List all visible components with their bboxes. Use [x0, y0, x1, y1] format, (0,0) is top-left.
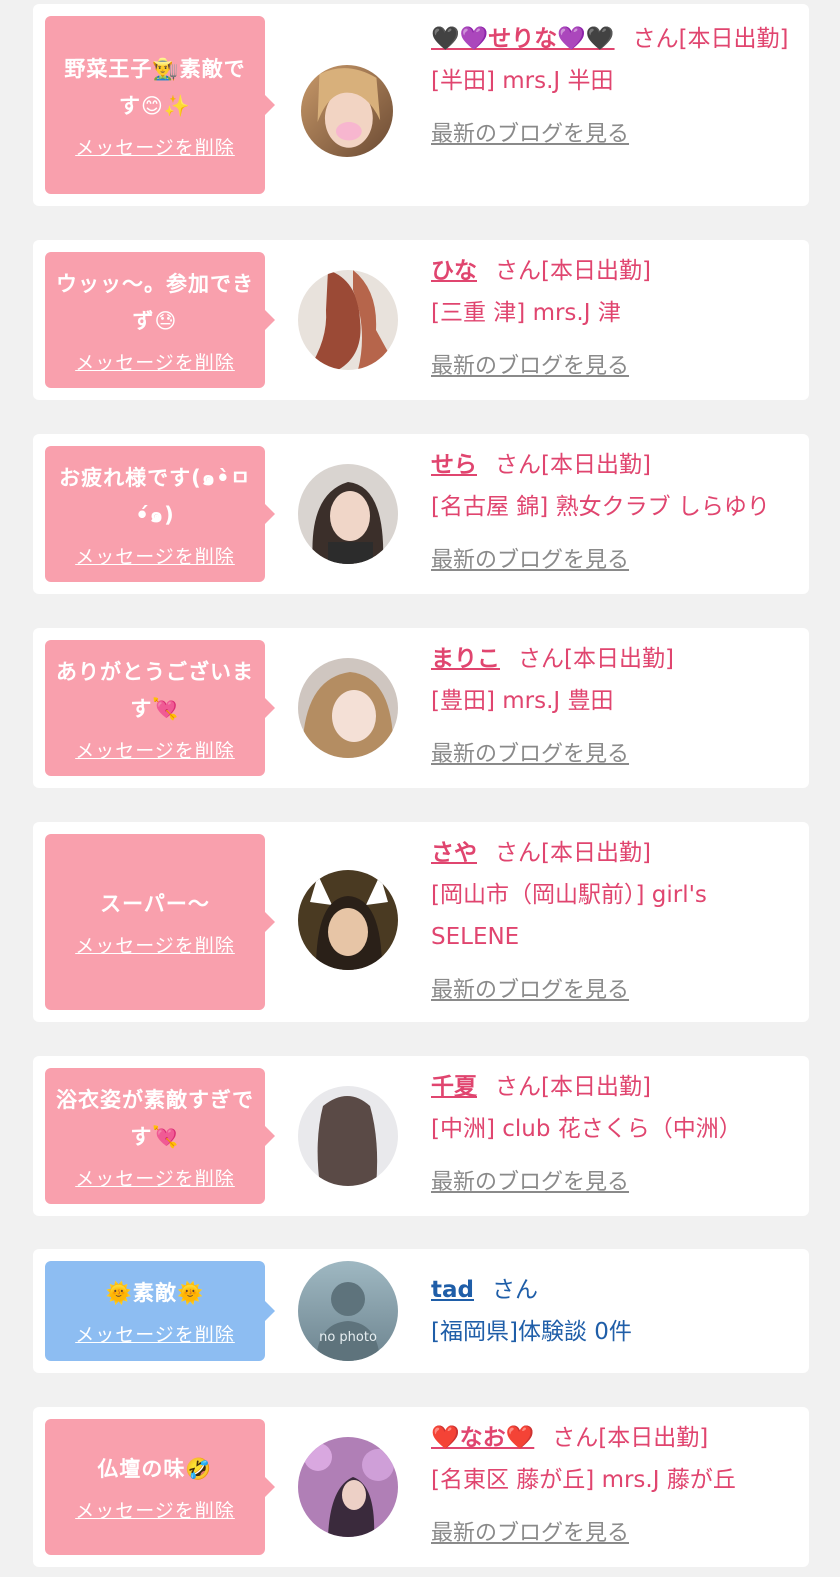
message-text: 野菜王子👨‍🌾素敵です😊✨ [64, 56, 246, 118]
delete-message-link[interactable]: メッセージを削除 [75, 348, 235, 375]
message-bubble: 野菜王子👨‍🌾素敵です😊✨ メッセージを削除 [45, 16, 275, 194]
list-item: 🌞素敵🌞 メッセージを削除 no photo tad さん [福岡県]体験談 0件 [33, 1249, 809, 1373]
girl-name-link[interactable]: さや [431, 840, 477, 866]
message-bubble: お疲れ様です(๑•̀ㅁ•́๑) メッセージを削除 [45, 446, 275, 582]
list-item: スーパー〜 メッセージを削除 さや さん[本日出勤] [岡山市（岡山駅前）] gi… [33, 822, 809, 1022]
shop-name: [名東区 藤が丘] mrs.J 藤が丘 [431, 1467, 736, 1493]
message-text: 🌞素敵🌞 [105, 1281, 205, 1305]
message-text: 仏壇の味🤣 [97, 1457, 213, 1481]
latest-blog-link[interactable]: 最新のブログを見る [431, 1513, 629, 1555]
status-suffix: さん[本日出勤] [495, 840, 651, 866]
profile-info: さや さん[本日出勤] [岡山市（岡山駅前）] girl's SELENE 最新の… [431, 832, 797, 1012]
message-bubble: ありがとうございます💘 メッセージを削除 [45, 640, 275, 776]
avatar[interactable] [298, 270, 398, 370]
status-suffix: さん[本日出勤] [552, 1425, 709, 1451]
avatar[interactable] [298, 464, 398, 564]
profile-info: ❤️なお❤️ さん[本日出勤] [名東区 藤が丘] mrs.J 藤が丘 最新のブロ… [431, 1417, 797, 1555]
review-info: [福岡県]体験談 0件 [431, 1319, 632, 1345]
status-suffix: さん[本日出勤] [495, 1074, 651, 1100]
delete-message-link[interactable]: メッセージを削除 [75, 1164, 235, 1191]
list-item: ウッッ〜。参加できず😓 メッセージを削除 ひな さん[本日出勤] [三重 津] m… [33, 240, 809, 400]
status-suffix: さん[本日出勤] [518, 646, 674, 672]
avatar[interactable] [298, 1437, 398, 1537]
status-suffix: さん[本日出勤] [495, 452, 651, 478]
message-bubble: 浴衣姿が素敵すぎです💘 メッセージを削除 [45, 1068, 275, 1204]
message-text: お疲れ様です(๑•̀ㅁ•́๑) [59, 465, 251, 527]
list-item: 浴衣姿が素敵すぎです💘 メッセージを削除 千夏 さん[本日出勤] [中洲] clu… [33, 1056, 809, 1216]
list-item: ありがとうございます💘 メッセージを削除 まりこ さん[本日出勤] [豊田] mr… [33, 628, 809, 788]
profile-info: 🖤💜せりな💜🖤 さん[本日出勤] [半田] mrs.J 半田 最新のブログを見る [431, 18, 797, 156]
list-item: 仏壇の味🤣 メッセージを削除 ❤️なお❤️ さん[本日出勤] [名東区 藤が丘] … [33, 1407, 809, 1567]
avatar[interactable] [301, 65, 393, 157]
delete-message-link[interactable]: メッセージを削除 [75, 133, 235, 160]
shop-name: [名古屋 錦] 熟女クラブ しらゆり [431, 494, 770, 520]
user-name-link[interactable]: tad [431, 1277, 474, 1303]
list-item: 野菜王子👨‍🌾素敵です😊✨ メッセージを削除 🖤💜せりな💜🖤 さん[本日出勤] [… [33, 4, 809, 206]
latest-blog-link[interactable]: 最新のブログを見る [431, 540, 629, 582]
shop-name: [岡山市（岡山駅前）] girl's SELENE [431, 882, 707, 950]
delete-message-link[interactable]: メッセージを削除 [75, 1496, 235, 1523]
avatar[interactable]: no photo [298, 1261, 398, 1361]
delete-message-link[interactable]: メッセージを削除 [75, 736, 235, 763]
avatar[interactable] [298, 1086, 398, 1186]
girl-name-link[interactable]: せら [431, 452, 477, 478]
status-suffix: さん[本日出勤] [495, 258, 651, 284]
shop-name: [三重 津] mrs.J 津 [431, 300, 621, 326]
message-bubble: スーパー〜 メッセージを削除 [45, 834, 275, 1010]
girl-name-link[interactable]: まりこ [431, 646, 500, 672]
latest-blog-link[interactable]: 最新のブログを見る [431, 734, 629, 776]
girl-name-link[interactable]: ひな [431, 258, 477, 284]
profile-info: まりこ さん[本日出勤] [豊田] mrs.J 豊田 最新のブログを見る [431, 638, 797, 776]
status-suffix: さん [491, 1277, 538, 1303]
girl-name-link[interactable]: 🖤💜せりな💜🖤 [431, 26, 615, 52]
latest-blog-link[interactable]: 最新のブログを見る [431, 346, 629, 388]
message-text: スーパー〜 [100, 892, 210, 916]
message-text: ウッッ〜。参加できず😓 [56, 271, 254, 333]
latest-blog-link[interactable]: 最新のブログを見る [431, 1162, 629, 1204]
profile-info: せら さん[本日出勤] [名古屋 錦] 熟女クラブ しらゆり 最新のブログを見る [431, 444, 797, 582]
message-text: ありがとうございます💘 [56, 659, 254, 721]
status-suffix: さん[本日出勤] [632, 26, 789, 52]
delete-message-link[interactable]: メッセージを削除 [75, 931, 235, 958]
delete-message-link[interactable]: メッセージを削除 [75, 1320, 235, 1347]
avatar[interactable] [298, 870, 398, 970]
message-list: 野菜王子👨‍🌾素敵です😊✨ メッセージを削除 🖤💜せりな💜🖤 さん[本日出勤] [… [0, 0, 840, 1577]
list-item: お疲れ様です(๑•̀ㅁ•́๑) メッセージを削除 せら さん[本日出勤] [名古屋… [33, 434, 809, 594]
shop-name: [豊田] mrs.J 豊田 [431, 688, 614, 714]
message-bubble: 仏壇の味🤣 メッセージを削除 [45, 1419, 275, 1555]
no-photo-label: no photo [319, 1330, 377, 1345]
profile-info: tad さん [福岡県]体験談 0件 [431, 1269, 797, 1353]
profile-info: 千夏 さん[本日出勤] [中洲] club 花さくら（中洲） 最新のブログを見る [431, 1066, 797, 1204]
message-bubble: ウッッ〜。参加できず😓 メッセージを削除 [45, 252, 275, 388]
shop-name: [半田] mrs.J 半田 [431, 68, 614, 94]
latest-blog-link[interactable]: 最新のブログを見る [431, 970, 629, 1012]
girl-name-link[interactable]: 千夏 [431, 1074, 477, 1100]
message-bubble: 🌞素敵🌞 メッセージを削除 [45, 1261, 275, 1361]
shop-name: [中洲] club 花さくら（中洲） [431, 1116, 742, 1142]
girl-name-link[interactable]: ❤️なお❤️ [431, 1425, 534, 1451]
message-text: 浴衣姿が素敵すぎです💘 [56, 1087, 254, 1149]
delete-message-link[interactable]: メッセージを削除 [75, 542, 235, 569]
latest-blog-link[interactable]: 最新のブログを見る [431, 114, 629, 156]
avatar[interactable] [298, 658, 398, 758]
profile-info: ひな さん[本日出勤] [三重 津] mrs.J 津 最新のブログを見る [431, 250, 797, 388]
